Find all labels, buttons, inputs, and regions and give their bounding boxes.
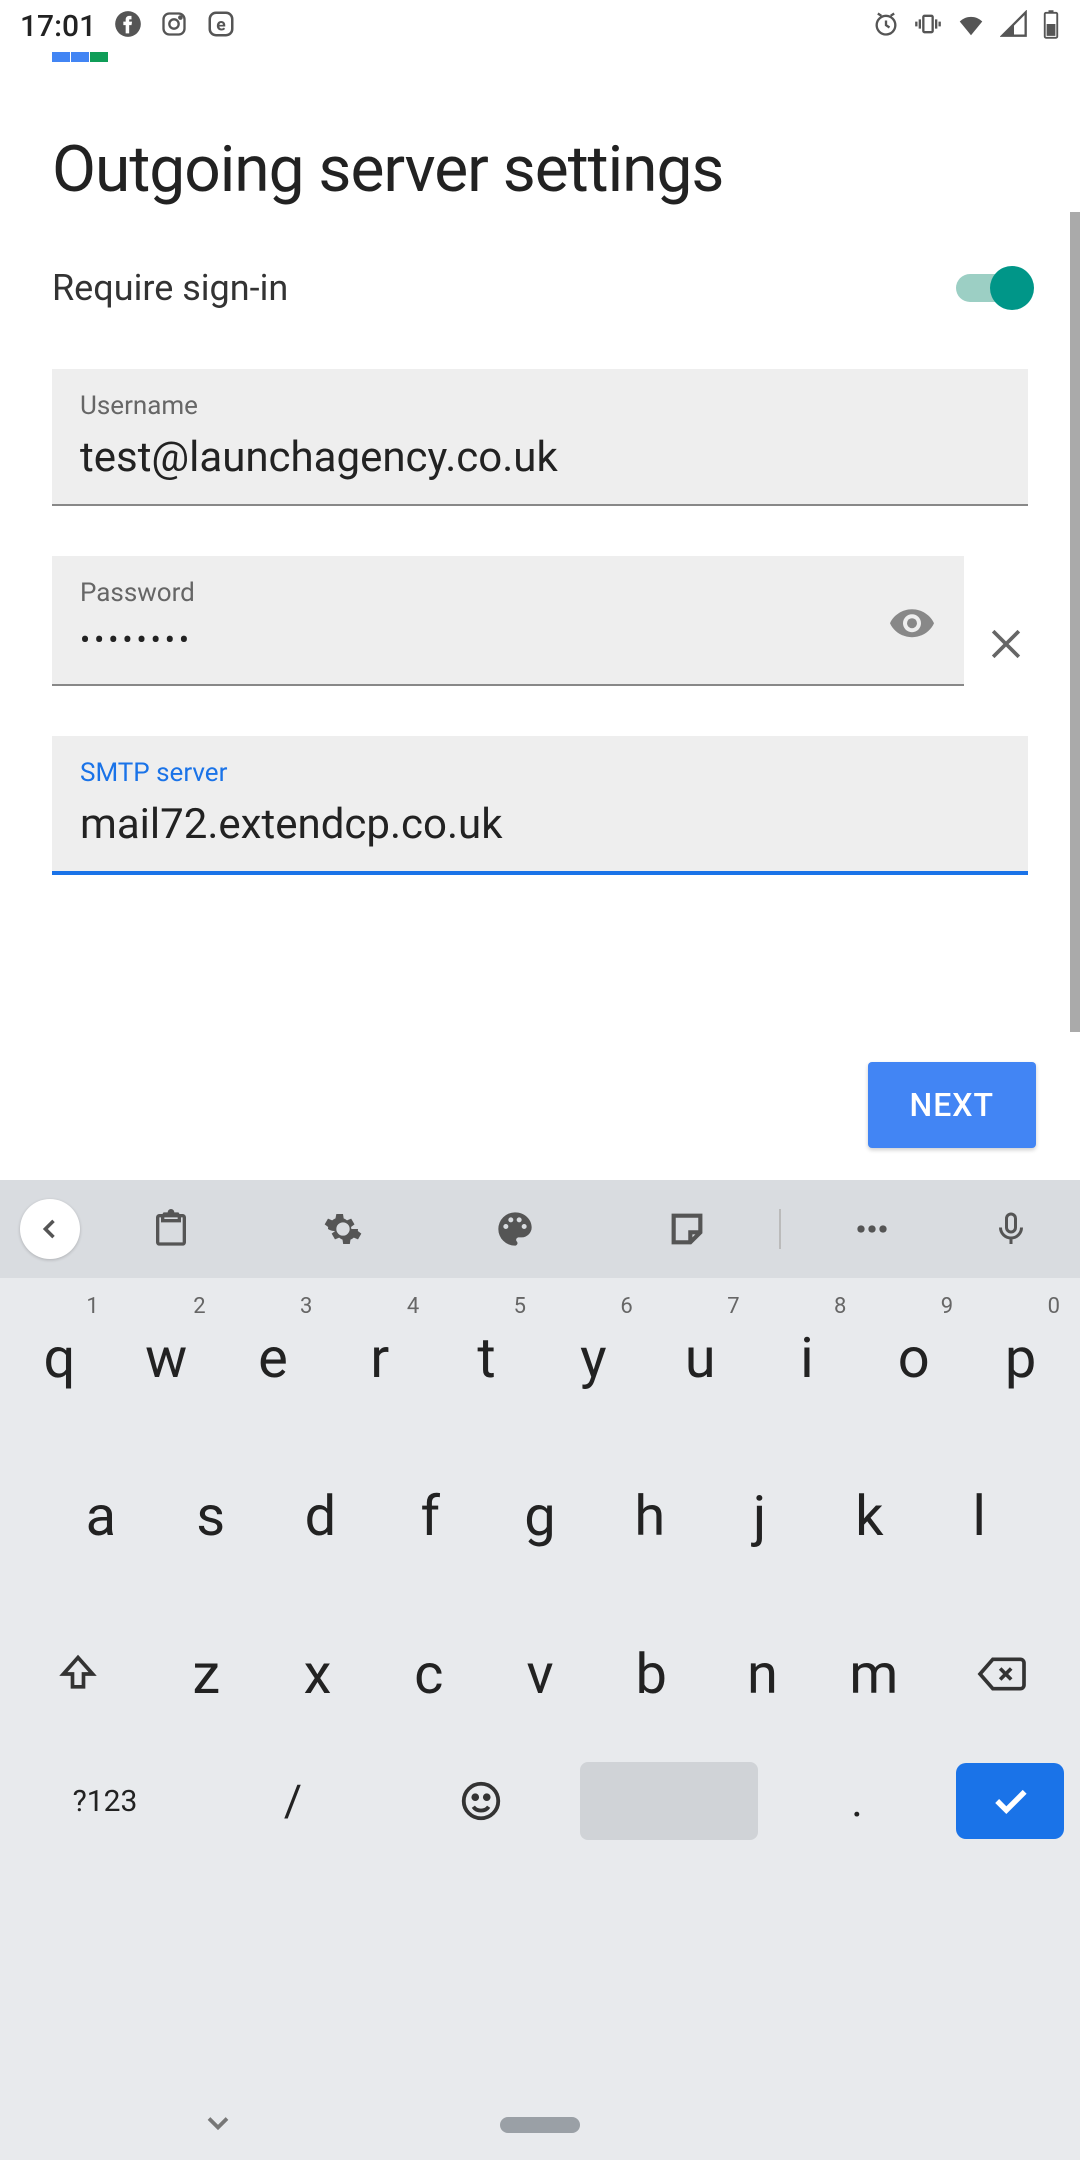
slash-key[interactable]: / <box>204 1775 382 1827</box>
space-key[interactable] <box>580 1762 758 1840</box>
sticker-icon[interactable] <box>606 1209 768 1249</box>
instagram-icon <box>160 10 188 42</box>
key-e[interactable]: 3e <box>220 1288 327 1428</box>
scrollbar[interactable] <box>1070 212 1080 1032</box>
key-f[interactable]: f <box>375 1446 485 1586</box>
shift-key[interactable] <box>6 1604 151 1744</box>
key-i[interactable]: 8i <box>754 1288 861 1428</box>
key-r[interactable]: 4r <box>326 1288 433 1428</box>
key-q[interactable]: 1q <box>6 1288 113 1428</box>
key-z[interactable]: z <box>151 1604 262 1744</box>
status-bar: 17:01 e <box>0 0 1080 52</box>
period-key[interactable]: . <box>768 1775 946 1827</box>
keyboard-toolbar <box>0 1180 1080 1278</box>
password-field[interactable]: Password •••••••• <box>52 556 964 686</box>
key-l[interactable]: l <box>924 1446 1034 1586</box>
svg-text:e: e <box>216 15 225 35</box>
require-signin-label: Require sign-in <box>52 267 288 309</box>
key-y[interactable]: 6y <box>540 1288 647 1428</box>
key-s[interactable]: s <box>156 1446 266 1586</box>
nav-back-icon[interactable] <box>200 2105 236 2145</box>
key-k[interactable]: k <box>814 1446 924 1586</box>
mic-icon[interactable] <box>963 1211 1060 1247</box>
footer-bar: NEXT <box>0 1035 1080 1175</box>
clipboard-icon[interactable] <box>90 1209 252 1249</box>
key-g[interactable]: g <box>485 1446 595 1586</box>
app-e-icon: e <box>206 9 236 43</box>
page-title: Outgoing server settings <box>52 132 1028 207</box>
next-button[interactable]: NEXT <box>868 1062 1036 1148</box>
backspace-key[interactable] <box>929 1604 1074 1744</box>
smtp-server-field[interactable]: SMTP server mail72.extendcp.co.uk <box>52 736 1028 875</box>
facebook-icon <box>114 10 142 42</box>
key-c[interactable]: c <box>373 1604 484 1744</box>
navigation-bar <box>0 2090 1080 2160</box>
key-m[interactable]: m <box>818 1604 929 1744</box>
nav-home-pill[interactable] <box>500 2117 580 2133</box>
mode-key[interactable]: ?123 <box>16 1784 194 1819</box>
key-x[interactable]: x <box>262 1604 373 1744</box>
alarm-icon <box>872 10 900 42</box>
key-b[interactable]: b <box>596 1604 707 1744</box>
clear-password-icon[interactable] <box>984 622 1028 670</box>
emoji-key[interactable] <box>392 1778 570 1824</box>
key-u[interactable]: 7u <box>647 1288 754 1428</box>
password-label: Password <box>80 578 936 608</box>
password-value[interactable]: •••••••• <box>80 620 936 662</box>
key-a[interactable]: a <box>46 1446 156 1586</box>
vibrate-icon <box>914 10 942 42</box>
wifi-icon <box>956 9 986 43</box>
battery-icon <box>1042 9 1060 43</box>
theme-icon[interactable] <box>434 1209 596 1249</box>
key-n[interactable]: n <box>707 1604 818 1744</box>
username-label: Username <box>80 391 1000 421</box>
key-h[interactable]: h <box>595 1446 705 1586</box>
key-j[interactable]: j <box>705 1446 815 1586</box>
username-field[interactable]: Username test@launchagency.co.uk <box>52 369 1028 506</box>
key-v[interactable]: v <box>484 1604 595 1744</box>
kb-collapse-icon[interactable] <box>20 1199 80 1259</box>
username-value[interactable]: test@launchagency.co.uk <box>80 433 1000 482</box>
require-signin-toggle[interactable] <box>956 268 1028 308</box>
smtp-value[interactable]: mail72.extendcp.co.uk <box>80 800 1000 849</box>
settings-icon[interactable] <box>262 1209 424 1249</box>
more-icon[interactable] <box>791 1207 953 1251</box>
visibility-icon[interactable] <box>888 599 936 651</box>
keyboard: 1q2w3e4r5t6y7u8i9o0p asdfghjkl zxcvbnm ?… <box>0 1180 1080 2160</box>
header-accent <box>52 52 112 62</box>
key-t[interactable]: 5t <box>433 1288 540 1428</box>
key-d[interactable]: d <box>266 1446 376 1586</box>
status-time: 17:01 <box>20 9 96 44</box>
key-o[interactable]: 9o <box>860 1288 967 1428</box>
signal-icon <box>1000 10 1028 42</box>
key-p[interactable]: 0p <box>967 1288 1074 1428</box>
key-w[interactable]: 2w <box>113 1288 220 1428</box>
enter-key[interactable] <box>956 1763 1064 1839</box>
smtp-label: SMTP server <box>80 758 1000 788</box>
